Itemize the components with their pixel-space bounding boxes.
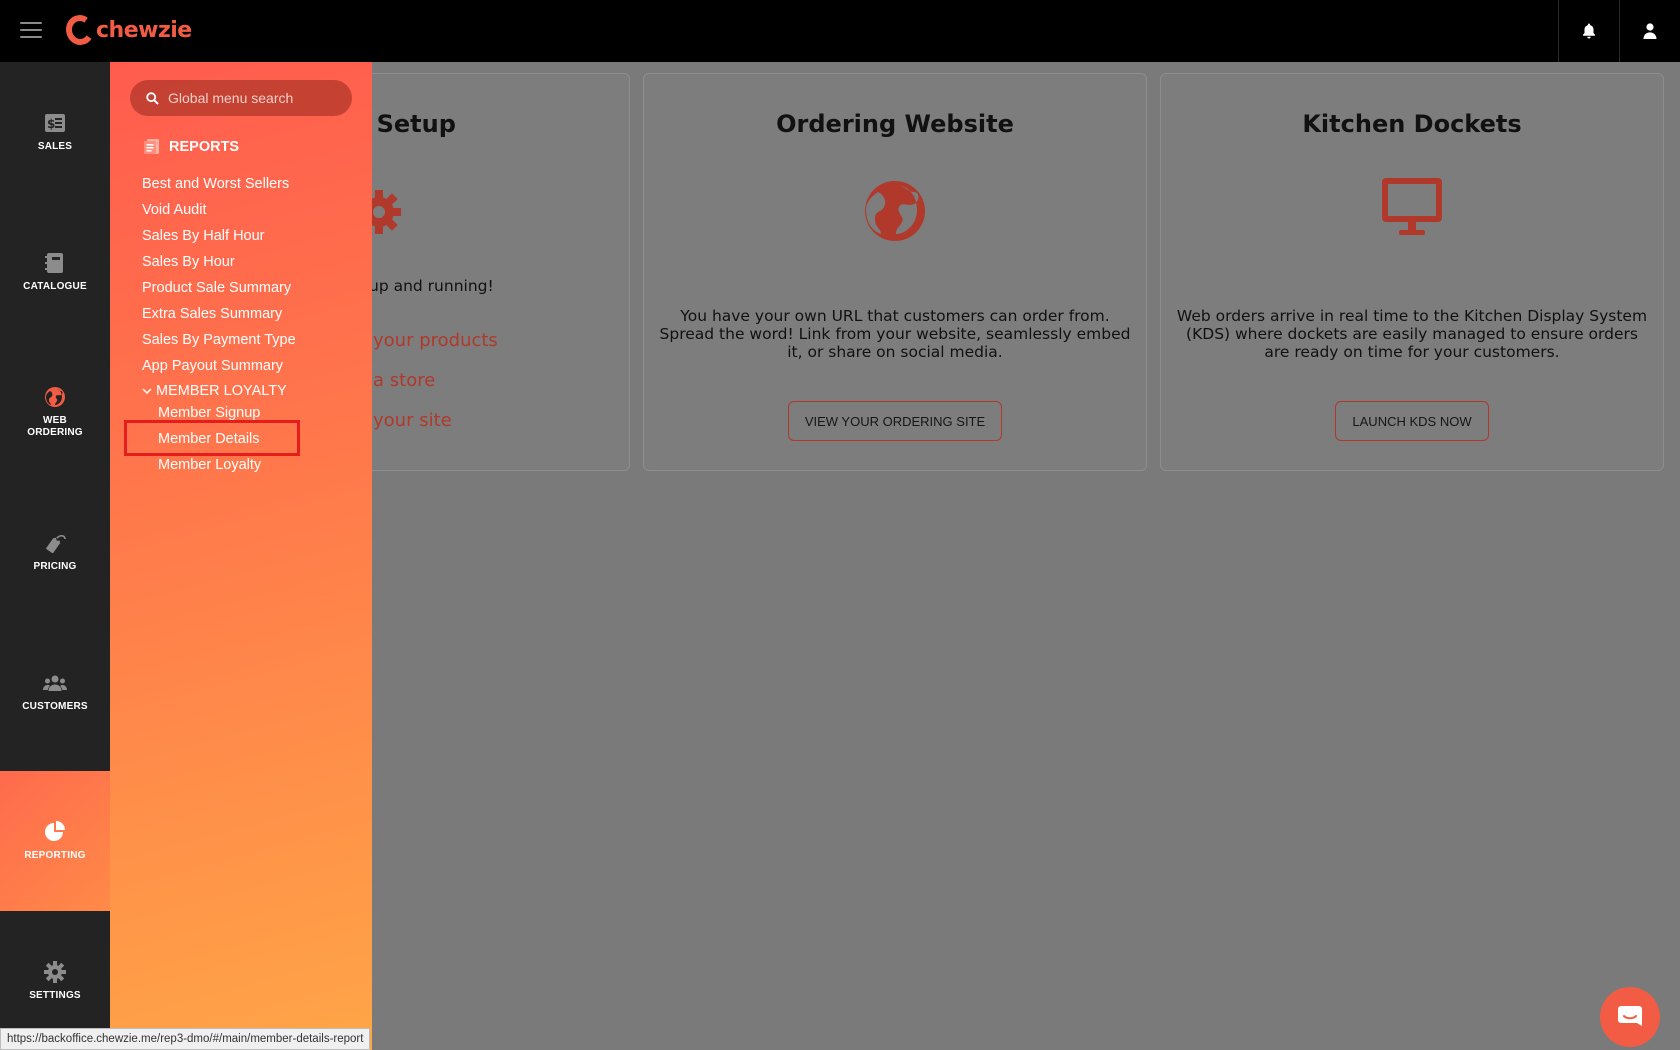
globe-icon bbox=[43, 385, 67, 409]
notifications-button[interactable] bbox=[1558, 0, 1618, 62]
search-input[interactable] bbox=[168, 90, 338, 106]
nav-label-pricing: PRICING bbox=[33, 561, 77, 572]
globe-icon bbox=[865, 180, 925, 241]
reports-section-title: REPORTS bbox=[169, 138, 240, 155]
nav-label-customers: CUSTOMERS bbox=[22, 701, 88, 712]
nav-pricing[interactable]: PRICING bbox=[0, 482, 110, 622]
nav-catalogue[interactable]: CATALOGUE bbox=[0, 202, 110, 342]
member-loyalty-submenu-header[interactable]: MEMBER LOYALTY bbox=[142, 383, 287, 399]
chevron-down-icon bbox=[142, 387, 152, 394]
chat-icon bbox=[1618, 1006, 1642, 1026]
report-link-member-signup[interactable]: Member Signup bbox=[158, 405, 260, 421]
report-link-product-sale-summary[interactable]: Product Sale Summary bbox=[142, 280, 291, 296]
report-document-icon bbox=[144, 139, 159, 154]
nav-label-catalogue: CATALOGUE bbox=[23, 281, 87, 292]
report-link-sales-by-hour[interactable]: Sales By Hour bbox=[142, 254, 235, 270]
launch-kds-button[interactable]: LAUNCH KDS NOW bbox=[1335, 401, 1489, 441]
view-ordering-site-button[interactable]: VIEW YOUR ORDERING SITE bbox=[787, 401, 1003, 441]
chat-launcher-button[interactable] bbox=[1600, 987, 1660, 1047]
setup-card-desc: up and running! bbox=[369, 277, 494, 295]
nav-label-web-ordering: WEB ORDERING bbox=[27, 415, 83, 438]
global-menu-search[interactable] bbox=[130, 80, 352, 116]
nav-label-settings: SETTINGS bbox=[29, 990, 81, 1001]
sales-receipt-icon: $ bbox=[43, 111, 67, 135]
reports-flyout-menu: REPORTS Best and Worst Sellers Void Audi… bbox=[110, 62, 372, 1050]
setup-link-site[interactable]: your site bbox=[373, 410, 452, 431]
report-link-best-worst-sellers[interactable]: Best and Worst Sellers bbox=[142, 176, 289, 192]
report-link-app-payout-summary[interactable]: App Payout Summary bbox=[142, 358, 283, 374]
nav-label-reporting: REPORTING bbox=[24, 850, 86, 861]
kitchen-dockets-desc: Web orders arrive in real time to the Ki… bbox=[1176, 307, 1648, 361]
member-loyalty-title: MEMBER LOYALTY bbox=[156, 383, 287, 399]
top-bar: chewzie bbox=[0, 0, 1680, 62]
hamburger-menu-icon[interactable] bbox=[20, 22, 42, 38]
reports-section-header[interactable]: REPORTS bbox=[144, 138, 239, 155]
monitor-icon bbox=[1382, 177, 1442, 235]
logo-mark bbox=[63, 12, 97, 48]
ordering-website-title: Ordering Website bbox=[776, 110, 1014, 138]
report-link-sales-by-payment-type[interactable]: Sales By Payment Type bbox=[142, 332, 296, 348]
chewzie-logo[interactable]: chewzie bbox=[63, 12, 192, 48]
highlight-box bbox=[124, 420, 300, 456]
nav-web-ordering[interactable]: WEB ORDERING bbox=[0, 342, 110, 482]
nav-sales[interactable]: $ SALES bbox=[0, 62, 110, 202]
report-link-void-audit[interactable]: Void Audit bbox=[142, 202, 207, 218]
search-icon bbox=[146, 91, 159, 105]
people-icon bbox=[43, 671, 67, 695]
user-icon bbox=[1643, 23, 1656, 39]
svg-text:$: $ bbox=[47, 117, 55, 131]
ordering-website-desc: You have your own URL that customers can… bbox=[659, 307, 1131, 361]
status-bar-url: https://backoffice.chewzie.me/rep3-dmo/#… bbox=[0, 1028, 371, 1050]
primary-sidebar: $ SALES CATALOGUE WEB ORDERING PRICING C… bbox=[0, 62, 110, 1050]
price-tag-icon bbox=[43, 531, 67, 555]
nav-reporting[interactable]: REPORTING bbox=[0, 771, 110, 911]
nav-customers[interactable]: CUSTOMERS bbox=[0, 622, 110, 762]
user-account-button[interactable] bbox=[1619, 0, 1679, 62]
logo-text: chewzie bbox=[96, 17, 192, 43]
nav-label-sales: SALES bbox=[37, 141, 73, 152]
setup-card-title: l Setup bbox=[360, 110, 456, 138]
bell-icon bbox=[1582, 23, 1595, 39]
notebook-icon bbox=[43, 251, 67, 275]
kitchen-dockets-card: Kitchen Dockets Web orders arrive in rea… bbox=[1160, 73, 1664, 471]
report-link-extra-sales-summary[interactable]: Extra Sales Summary bbox=[142, 306, 282, 322]
gear-icon bbox=[43, 960, 67, 984]
report-link-member-loyalty[interactable]: Member Loyalty bbox=[158, 457, 261, 473]
setup-link-products[interactable]: your products bbox=[373, 330, 498, 351]
setup-link-store[interactable]: a store bbox=[373, 370, 435, 391]
ordering-website-card: Ordering Website You have your own URL t… bbox=[643, 73, 1147, 471]
kitchen-dockets-title: Kitchen Dockets bbox=[1302, 110, 1522, 138]
pie-chart-icon bbox=[43, 820, 67, 844]
report-link-sales-by-half-hour[interactable]: Sales By Half Hour bbox=[142, 228, 265, 244]
